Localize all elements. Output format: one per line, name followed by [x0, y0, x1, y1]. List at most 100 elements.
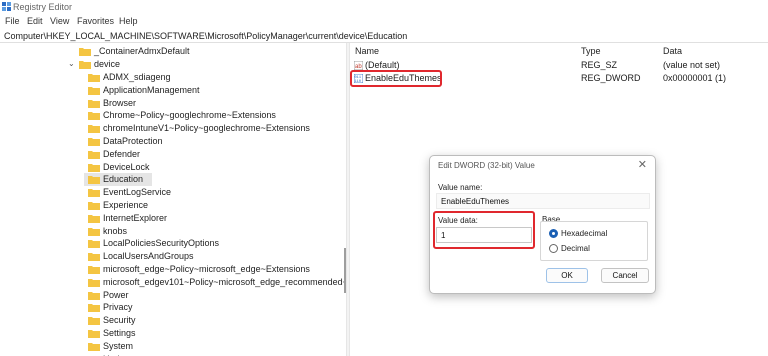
tree-item-label: device	[94, 59, 121, 69]
tree-item-label: Defender	[103, 148, 141, 159]
folder-icon	[88, 342, 100, 351]
menu-help[interactable]: Help	[119, 16, 138, 26]
folder-icon	[88, 125, 100, 134]
edit-dword-dialog: Edit DWORD (32-bit) Value ✕ Value name: …	[429, 155, 656, 294]
tree-item-label: chromeIntuneV1~Policy~googlechrome~Exten…	[103, 123, 310, 134]
window-title: Registry Editor	[13, 2, 73, 12]
tree-item-privacy[interactable]: Privacy	[84, 301, 344, 314]
address-bar[interactable]: Computer\HKEY_LOCAL_MACHINE\SOFTWARE\Mic…	[0, 29, 768, 43]
value-data: (value not set)	[663, 60, 721, 70]
radio-hexadecimal-label[interactable]: Hexadecimal	[561, 229, 607, 238]
tree-item-microsoft-edge-policy-microsoft-edge-extensions[interactable]: microsoft_edge~Policy~microsoft_edge~Ext…	[84, 263, 344, 276]
dialog-title: Edit DWORD (32-bit) Value	[438, 161, 535, 170]
folder-icon	[88, 291, 100, 300]
folder-icon	[88, 99, 100, 108]
folder-icon	[88, 112, 100, 121]
tree-item-experience[interactable]: Experience	[84, 199, 344, 212]
folder-icon	[88, 227, 100, 236]
tree-item-applicationmanagement[interactable]: ApplicationManagement	[84, 84, 344, 97]
folder-icon	[88, 176, 100, 185]
folder-icon	[88, 214, 100, 223]
tree-item-label: Browser	[103, 97, 137, 108]
tree-item-eventlogservice[interactable]: EventLogService	[84, 186, 344, 199]
key-tree[interactable]: _ContainerAdmxDefault ⌄ device ADMX_sdia…	[0, 43, 346, 356]
folder-icon	[88, 189, 100, 198]
cancel-button[interactable]: Cancel	[601, 268, 649, 283]
tree-item-devicelock[interactable]: DeviceLock	[84, 161, 344, 174]
tree-item-label: ApplicationManagement	[103, 84, 200, 95]
folder-icon	[79, 48, 91, 56]
tree-item-label: Power	[103, 289, 129, 300]
value-type: REG_SZ	[581, 60, 618, 70]
tree-item-localpoliciessecurityoptions[interactable]: LocalPoliciesSecurityOptions	[84, 237, 344, 250]
tree-item-label: Experience	[103, 200, 149, 210]
radio-decimal-label[interactable]: Decimal	[561, 244, 590, 253]
tree-item-knobs[interactable]: knobs	[84, 225, 344, 238]
tree-item-education[interactable]: Education	[84, 173, 152, 187]
folder-icon	[88, 240, 100, 249]
title-bar: Registry Editor	[0, 0, 768, 14]
close-icon[interactable]: ✕	[638, 158, 647, 171]
annotation-highlight-value-data	[433, 211, 535, 249]
value-name-label: Value name:	[438, 183, 483, 192]
folder-icon	[88, 150, 100, 159]
tree-item-label: DeviceLock	[103, 161, 150, 172]
folder-icon	[88, 86, 100, 95]
tree-item-label: ADMX_sdiageng	[103, 72, 171, 82]
folder-icon	[88, 138, 100, 146]
chevron-down-icon[interactable]: ⌄	[68, 59, 75, 68]
tree-item-label: System	[103, 340, 134, 351]
tree-item-internetexplorer[interactable]: InternetExplorer	[84, 212, 344, 225]
tree-item-browser[interactable]: Browser	[84, 97, 344, 110]
tree-item-label: Chrome~Policy~googlechrome~Extensions	[103, 110, 276, 121]
tree-item-dataprotection[interactable]: DataProtection	[84, 135, 344, 148]
column-header-data[interactable]: Data	[663, 46, 682, 56]
folder-icon	[88, 266, 100, 274]
tree-item-localusersandgroups[interactable]: LocalUsersAndGroups	[84, 250, 344, 263]
menu-edit[interactable]: Edit	[27, 16, 43, 26]
column-header-name[interactable]: Name	[355, 46, 379, 56]
column-header-type[interactable]: Type	[581, 46, 601, 56]
tree-item-label: Education	[103, 174, 144, 185]
tree-item-chrome-policy-googlechrome-extensions[interactable]: Chrome~Policy~googlechrome~Extensions	[84, 109, 344, 122]
tree-item-microsoft-edgev101-policy-microsoft-edge-recommended-exte[interactable]: microsoft_edgev101~Policy~microsoft_edge…	[84, 276, 346, 289]
annotation-highlight-value	[350, 70, 442, 87]
base-group: Hexadecimal Decimal	[540, 221, 648, 261]
value-name-field: EnableEduThemes	[436, 193, 650, 209]
tree-item-device[interactable]: ⌄ device	[66, 58, 336, 71]
tree-item-system[interactable]: System	[84, 340, 344, 353]
tree-item-label: LocalUsersAndGroups	[103, 251, 194, 262]
tree-item-chromeintunev1-policy-googlechrome-extensions[interactable]: chromeIntuneV1~Policy~googlechrome~Exten…	[84, 122, 344, 135]
tree-item-label: microsoft_edge~Policy~microsoft_edge~Ext…	[103, 264, 310, 274]
tree-item-admx-sdiageng[interactable]: ADMX_sdiageng	[84, 71, 344, 84]
folder-icon	[88, 163, 100, 172]
value-data: 0x00000001 (1)	[663, 73, 727, 83]
menu-view[interactable]: View	[50, 16, 69, 26]
tree-item-security[interactable]: Security	[84, 314, 344, 327]
folder-icon	[88, 330, 100, 338]
folder-icon	[88, 317, 100, 326]
tree-item-label: EventLogService	[103, 187, 172, 198]
value-name: (Default)	[365, 60, 400, 70]
menu-bar: File Edit View Favorites Help	[0, 14, 768, 29]
ok-button[interactable]: OK	[546, 268, 588, 283]
radio-decimal[interactable]	[549, 244, 558, 253]
address-path[interactable]: Computer\HKEY_LOCAL_MACHINE\SOFTWARE\Mic…	[4, 31, 407, 41]
tree-item-defender[interactable]: Defender	[84, 148, 344, 161]
folder-icon	[88, 253, 100, 262]
menu-file[interactable]: File	[5, 16, 20, 26]
tree-item-update[interactable]: Update	[84, 353, 344, 356]
tree-item-settings[interactable]: Settings	[84, 327, 344, 340]
registry-editor-icon	[2, 2, 11, 11]
radio-hexadecimal[interactable]	[549, 229, 558, 238]
tree-item-label: LocalPoliciesSecurityOptions	[103, 238, 220, 249]
tree-item-power[interactable]: Power	[84, 289, 344, 302]
tree-item-label: knobs	[103, 225, 128, 236]
folder-icon	[88, 74, 100, 82]
tree-item-label: InternetExplorer	[103, 212, 168, 223]
tree-item-label: _ContainerAdmxDefault	[94, 46, 190, 56]
tree-item-label: Privacy	[103, 302, 133, 313]
tree-item-containeradmxdefault[interactable]: _ContainerAdmxDefault	[72, 45, 332, 58]
menu-favorites[interactable]: Favorites	[77, 16, 114, 26]
tree-item-label: DataProtection	[103, 136, 163, 146]
